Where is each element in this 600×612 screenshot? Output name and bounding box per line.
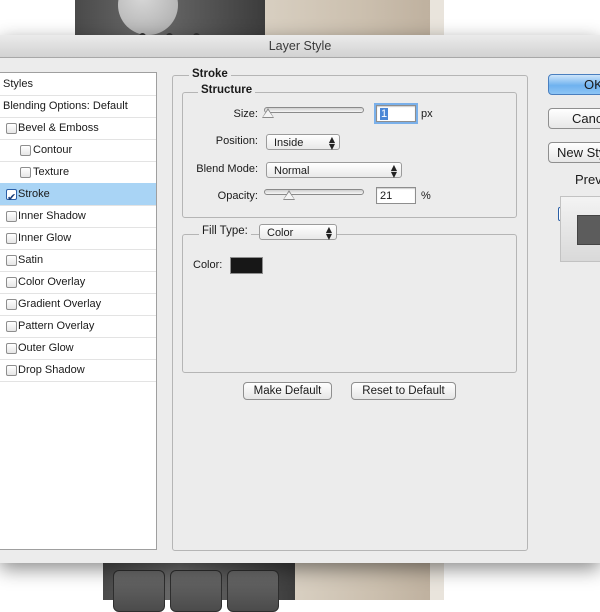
ok-button[interactable]: OK [548,74,600,95]
drop-shadow-checkbox[interactable] [6,365,17,376]
background-panel-bottom [295,560,430,600]
size-label: Size: [233,108,258,120]
inner-glow-checkbox[interactable] [6,233,17,244]
stroke-checkbox[interactable] [6,187,17,209]
style-item-label: Bevel & Emboss [18,122,99,134]
styles-header-label: Styles [3,78,33,90]
blend-mode-value: Normal [274,165,310,177]
styles-list: Styles Blending Options: Default Bevel &… [0,72,157,550]
opacity-unit: % [421,190,431,202]
style-item-bevel-emboss[interactable]: Bevel & Emboss [0,117,156,140]
position-dropdown[interactable]: Inside ▲ ▼ [266,134,340,151]
background-key [113,570,165,612]
background-key [170,570,222,612]
style-item-drop-shadow[interactable]: Drop Shadow [0,359,156,382]
layer-style-dialog: Layer Style Styles Blending Options: Def… [0,35,600,563]
updown-arrows-icon: ▲ ▼ [325,225,332,241]
style-item-label: Drop Shadow [18,364,85,376]
blend-mode-dropdown[interactable]: Normal ▲ ▼ [266,162,402,179]
fill-type-label: Fill Type: [199,225,251,237]
style-item-label: Color Overlay [18,276,86,288]
style-item-pattern-overlay[interactable]: Pattern Overlay [0,315,156,338]
outer-glow-checkbox[interactable] [6,343,17,354]
blending-options-item[interactable]: Blending Options: Default [0,95,156,118]
styles-header[interactable]: Styles [0,73,156,96]
updown-arrows-icon: ▲ ▼ [390,163,397,179]
style-item-inner-glow[interactable]: Inner Glow [0,227,156,250]
inner-shadow-checkbox[interactable] [6,211,17,222]
fill-type-value: Color [267,227,294,239]
make-default-button[interactable]: Make Default [243,382,332,400]
preview-label: Preview [575,172,600,187]
background-key [227,570,279,612]
size-value: 1 [380,108,389,120]
style-item-label: Inner Glow [18,232,72,244]
style-item-label: Pattern Overlay [18,320,95,332]
blending-options-label: Blending Options: Default [3,100,128,112]
style-item-label: Outer Glow [18,342,74,354]
cancel-button[interactable]: Cancel [548,108,600,129]
opacity-slider[interactable] [264,189,364,195]
style-item-gradient-overlay[interactable]: Gradient Overlay [0,293,156,316]
size-slider-thumb[interactable] [262,108,274,118]
gradient-overlay-checkbox[interactable] [6,299,17,310]
style-item-label: Texture [33,166,70,178]
background-strip-bottom [430,560,444,600]
style-item-label: Inner Shadow [18,210,86,222]
size-unit: px [421,108,433,120]
blend-mode-label: Blend Mode: [196,163,258,175]
color-overlay-checkbox[interactable] [6,277,17,288]
updown-arrows-icon: ▲ ▼ [328,135,335,151]
style-item-label: Satin [18,254,44,266]
fill-group [182,234,517,373]
opacity-input[interactable]: 21 [376,187,416,204]
fill-type-dropdown[interactable]: Color ▲ ▼ [259,224,337,241]
background-panel-top [265,0,430,40]
style-item-label: Gradient Overlay [18,298,102,310]
style-item-stroke[interactable]: Stroke [0,183,156,209]
contour-checkbox[interactable] [20,145,31,156]
style-item-label: Stroke [18,188,50,200]
background-strip-top [430,0,444,40]
style-preview-swatch [577,215,600,245]
satin-checkbox[interactable] [6,255,17,266]
position-label: Position: [215,135,258,147]
structure-group-title: Structure [198,84,256,96]
style-item-texture[interactable]: Texture [0,161,156,184]
style-item-inner-shadow[interactable]: Inner Shadow [0,205,156,228]
pattern-overlay-checkbox[interactable] [6,321,17,332]
style-item-contour[interactable]: Contour [0,139,156,162]
bevel-emboss-checkbox[interactable] [6,123,17,134]
opacity-label: Opacity: [217,190,258,202]
style-item-outer-glow[interactable]: Outer Glow [0,337,156,360]
opacity-slider-thumb[interactable] [282,190,295,200]
style-item-label: Contour [33,144,73,156]
opacity-value: 21 [380,190,393,202]
window-title: Layer Style [0,35,600,58]
style-item-color-overlay[interactable]: Color Overlay [0,271,156,294]
new-style-button[interactable]: New Style... [548,142,600,163]
reset-to-default-button[interactable]: Reset to Default [351,382,456,400]
texture-checkbox[interactable] [20,167,31,178]
stroke-color-swatch[interactable] [230,257,263,274]
color-label: Color: [193,259,223,271]
size-slider[interactable] [264,107,364,113]
stroke-group-title: Stroke [189,68,231,80]
style-item-satin[interactable]: Satin [0,249,156,272]
position-value: Inside [274,137,304,149]
size-input[interactable]: 1 [374,103,418,124]
